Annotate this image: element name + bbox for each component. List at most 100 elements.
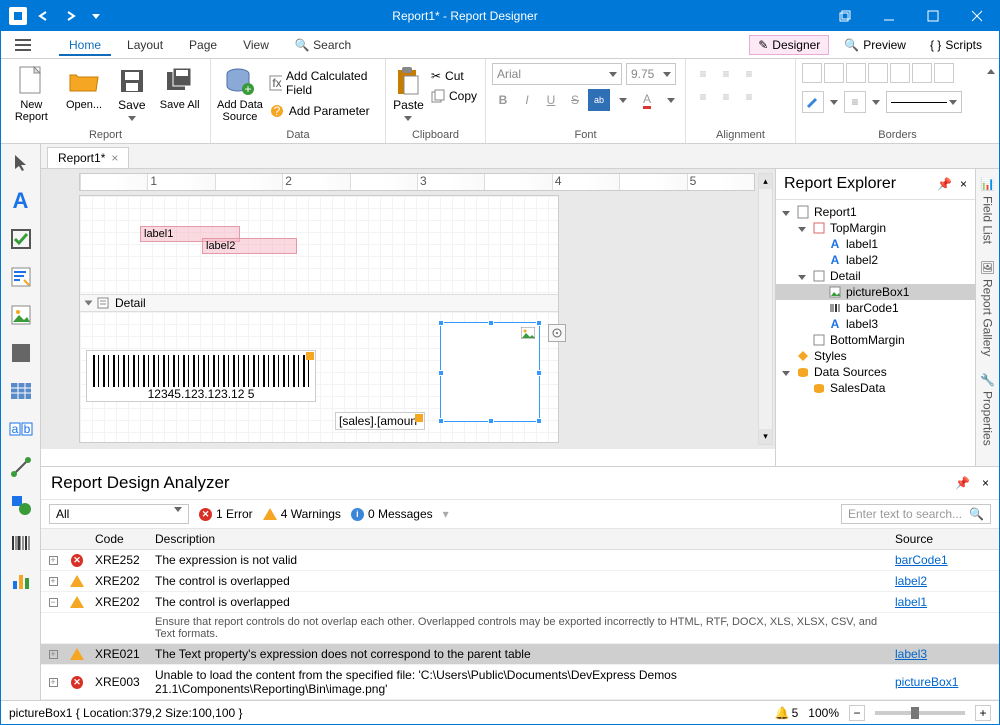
menu-layout[interactable]: Layout xyxy=(117,34,173,56)
undo-button[interactable] xyxy=(33,5,55,27)
band-detail-header[interactable]: Detail xyxy=(80,294,558,312)
mode-preview[interactable]: 🔍 Preview xyxy=(835,35,915,55)
paste-button[interactable]: Paste xyxy=(392,63,425,124)
status-selection: pictureBox1 { Location:379,2 Size:100,10… xyxy=(9,706,243,720)
status-alerts[interactable]: 🔔5 xyxy=(775,706,799,720)
minimize-button[interactable] xyxy=(867,1,911,31)
analyzer-row[interactable]: +✕ XRE003Unable to load the content from… xyxy=(41,665,999,700)
close-panel-icon[interactable]: × xyxy=(960,177,967,191)
status-bar: pictureBox1 { Location:379,2 Size:100,10… xyxy=(1,700,999,724)
explorer-title: Report Explorer xyxy=(784,175,937,193)
menu-view[interactable]: View xyxy=(233,34,279,56)
band-detail[interactable]: 12345.123.123.12 5 [sales].[amoun xyxy=(80,312,558,442)
add-data-source-button[interactable]: +Add Data Source xyxy=(217,63,263,123)
maximize-button[interactable] xyxy=(911,1,955,31)
file-menu-button[interactable] xyxy=(9,34,37,56)
border-width-button[interactable]: ≡ xyxy=(844,91,866,113)
tool-panel[interactable] xyxy=(6,338,36,368)
font-size-combo[interactable]: 9.75 xyxy=(626,63,676,85)
analyzer-row-selected[interactable]: + XRE021The Text property's expression d… xyxy=(41,644,999,665)
mode-scripts[interactable]: { } Scripts xyxy=(921,35,991,55)
close-button[interactable] xyxy=(955,1,999,31)
tool-character-comb[interactable]: ab xyxy=(6,414,36,444)
menu-page[interactable]: Page xyxy=(179,34,227,56)
analyzer-row[interactable]: +✕ XRE252The expression is not validbarC… xyxy=(41,550,999,571)
copy-button[interactable]: Copy xyxy=(429,87,479,105)
border-presets[interactable] xyxy=(802,63,954,83)
analyzer-close[interactable]: × xyxy=(982,476,989,490)
document-tabs: Report1* × xyxy=(41,144,999,169)
tool-line[interactable] xyxy=(6,452,36,482)
tool-pointer[interactable] xyxy=(6,148,36,178)
menu-home[interactable]: Home xyxy=(59,34,111,56)
tool-barcode[interactable] xyxy=(6,528,36,558)
highlight-button[interactable]: ab xyxy=(588,89,610,111)
analyzer-row[interactable]: − XRE202The control is overlappedlabel1 xyxy=(41,592,999,613)
close-tab-icon[interactable]: × xyxy=(111,151,118,165)
tab-field-list[interactable]: 📊Field List xyxy=(981,177,995,244)
border-style-combo[interactable] xyxy=(886,91,962,113)
mode-designer[interactable]: ✎ Designer xyxy=(749,35,829,55)
ribbon-collapse[interactable] xyxy=(987,63,995,77)
add-parameter-button[interactable]: ?Add Parameter xyxy=(267,101,379,121)
italic-button[interactable]: I xyxy=(516,89,538,111)
cut-button[interactable]: ✂Cut xyxy=(429,67,479,85)
font-color-button[interactable]: A xyxy=(636,89,658,111)
document-tab[interactable]: Report1* × xyxy=(47,147,129,168)
font-color-down[interactable] xyxy=(660,89,682,111)
tool-checkbox[interactable] xyxy=(6,224,36,254)
border-width-down[interactable] xyxy=(870,91,882,113)
tool-chart[interactable] xyxy=(6,566,36,596)
vertical-scrollbar[interactable]: ▴▾ xyxy=(758,173,773,445)
zoom-slider[interactable] xyxy=(875,711,965,715)
tool-table[interactable] xyxy=(6,376,36,406)
border-color-button[interactable] xyxy=(802,91,824,113)
bold-button[interactable]: B xyxy=(492,89,514,111)
svg-text:?: ? xyxy=(274,104,281,118)
control-label2[interactable]: label2 xyxy=(202,238,297,254)
app-icon[interactable] xyxy=(7,5,29,27)
font-name-combo[interactable]: Arial xyxy=(492,63,622,85)
smart-tag-button[interactable] xyxy=(548,324,566,342)
filter-warnings[interactable]: 4 Warnings xyxy=(263,507,341,521)
zoom-in-button[interactable]: + xyxy=(975,705,991,721)
cut-icon: ✂ xyxy=(431,69,441,83)
zoom-out-button[interactable]: − xyxy=(849,705,865,721)
tool-shape[interactable] xyxy=(6,490,36,520)
tool-label[interactable]: A xyxy=(6,186,36,216)
gear-icon xyxy=(551,327,563,339)
pin-icon[interactable]: 📌 xyxy=(937,177,952,191)
restore-down-alt-button[interactable] xyxy=(823,1,867,31)
analyzer-row[interactable]: + XRE202The control is overlappedlabel2 xyxy=(41,571,999,592)
underline-button[interactable]: U xyxy=(540,89,562,111)
explorer-tree[interactable]: Report1 TopMargin Alabel1 Alabel2 Detail… xyxy=(776,200,975,400)
design-canvas[interactable]: 1 2 3 4 5 label1 label2 xyxy=(41,169,775,449)
add-calc-field-button[interactable]: fxAdd Calculated Field xyxy=(267,67,379,99)
control-barcode1[interactable]: 12345.123.123.12 5 xyxy=(86,350,316,402)
analyzer-pin[interactable]: 📌 xyxy=(955,476,970,490)
filter-funnel-icon[interactable]: ▾ xyxy=(443,507,449,521)
band-topmargin[interactable]: label1 label2 xyxy=(80,196,558,294)
tab-report-gallery[interactable]: 🖼Report Gallery xyxy=(981,260,995,357)
tree-picturebox1[interactable]: pictureBox1 xyxy=(776,284,975,300)
alignment-grid[interactable]: ≡≡≡ ≡≡≡ xyxy=(692,63,760,108)
control-picturebox1[interactable] xyxy=(440,322,540,422)
open-button[interactable]: Open... xyxy=(60,63,109,111)
save-all-button[interactable]: Save All xyxy=(155,63,204,111)
save-button[interactable]: Save xyxy=(112,63,151,124)
new-report-button[interactable]: New Report xyxy=(7,63,56,123)
analyzer-search[interactable]: Enter text to search...🔍 xyxy=(841,504,991,524)
qat-customize[interactable] xyxy=(85,5,107,27)
tab-properties[interactable]: 🔧Properties xyxy=(981,372,995,445)
filter-messages[interactable]: i0 Messages xyxy=(351,507,433,521)
menu-search[interactable]: 🔍 Search xyxy=(285,34,361,56)
strike-button[interactable]: S xyxy=(564,89,586,111)
highlight-down[interactable] xyxy=(612,89,634,111)
control-label3[interactable]: [sales].[amoun xyxy=(335,412,425,430)
tool-picturebox[interactable] xyxy=(6,300,36,330)
analyzer-scope-combo[interactable]: All xyxy=(49,504,189,524)
border-color-down[interactable] xyxy=(828,91,840,113)
redo-button[interactable] xyxy=(59,5,81,27)
tool-richtext[interactable] xyxy=(6,262,36,292)
filter-errors[interactable]: ✕1 Error xyxy=(199,507,253,521)
